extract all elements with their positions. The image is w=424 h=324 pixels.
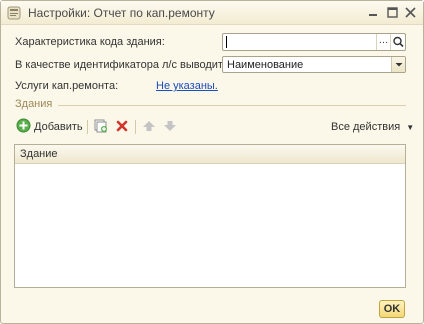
chevron-down-icon: ▼ bbox=[406, 123, 415, 132]
add-circle-icon bbox=[16, 118, 31, 136]
maximize-icon[interactable] bbox=[385, 5, 399, 19]
move-down-button[interactable] bbox=[163, 118, 177, 136]
move-up-button[interactable] bbox=[142, 118, 156, 136]
identifier-select[interactable]: Наименование bbox=[222, 56, 406, 73]
delete-button[interactable] bbox=[115, 118, 129, 136]
copy-button[interactable] bbox=[93, 118, 108, 136]
magnifier-icon[interactable] bbox=[390, 34, 405, 50]
identifier-label: В качестве идентификатора л/с выводить: bbox=[15, 59, 232, 71]
column-header-building[interactable]: Здание bbox=[20, 148, 58, 160]
delete-icon bbox=[115, 119, 129, 136]
all-actions-label: Все действия bbox=[331, 121, 401, 133]
building-code-label: Характеристика кода здания: bbox=[15, 36, 165, 48]
buildings-table[interactable]: Здание bbox=[14, 144, 406, 288]
toolbar-separator bbox=[87, 120, 88, 134]
minimize-icon[interactable] bbox=[366, 5, 380, 19]
group-divider bbox=[58, 105, 406, 106]
copy-icon bbox=[93, 118, 108, 136]
table-header: Здание bbox=[15, 145, 405, 164]
title-bar[interactable]: Настройки: Отчет по кап.ремонту bbox=[1, 1, 423, 25]
text-caret bbox=[226, 36, 227, 48]
buildings-group-title: Здания bbox=[15, 98, 53, 110]
window-title: Настройки: Отчет по кап.ремонту bbox=[28, 6, 215, 20]
all-actions-menu[interactable]: Все действия ▼ bbox=[331, 121, 414, 133]
ok-button[interactable]: OK bbox=[379, 300, 405, 318]
identifier-value: Наименование bbox=[227, 59, 304, 71]
arrow-down-icon bbox=[163, 119, 177, 136]
add-button[interactable]: Добавить bbox=[16, 118, 83, 136]
report-icon bbox=[7, 6, 21, 20]
add-button-label: Добавить bbox=[34, 121, 83, 133]
building-code-field[interactable]: … bbox=[222, 33, 406, 51]
ellipsis-icon[interactable]: … bbox=[376, 34, 390, 50]
services-label: Услуги кап.ремонта: bbox=[15, 80, 119, 92]
arrow-up-icon bbox=[142, 119, 156, 136]
services-link[interactable]: Не указаны. bbox=[156, 80, 218, 92]
toolbar-separator bbox=[135, 120, 136, 134]
settings-window: Настройки: Отчет по кап.ремонту Характер… bbox=[0, 0, 424, 324]
chevron-down-icon[interactable] bbox=[391, 57, 405, 72]
close-icon[interactable] bbox=[403, 5, 417, 19]
